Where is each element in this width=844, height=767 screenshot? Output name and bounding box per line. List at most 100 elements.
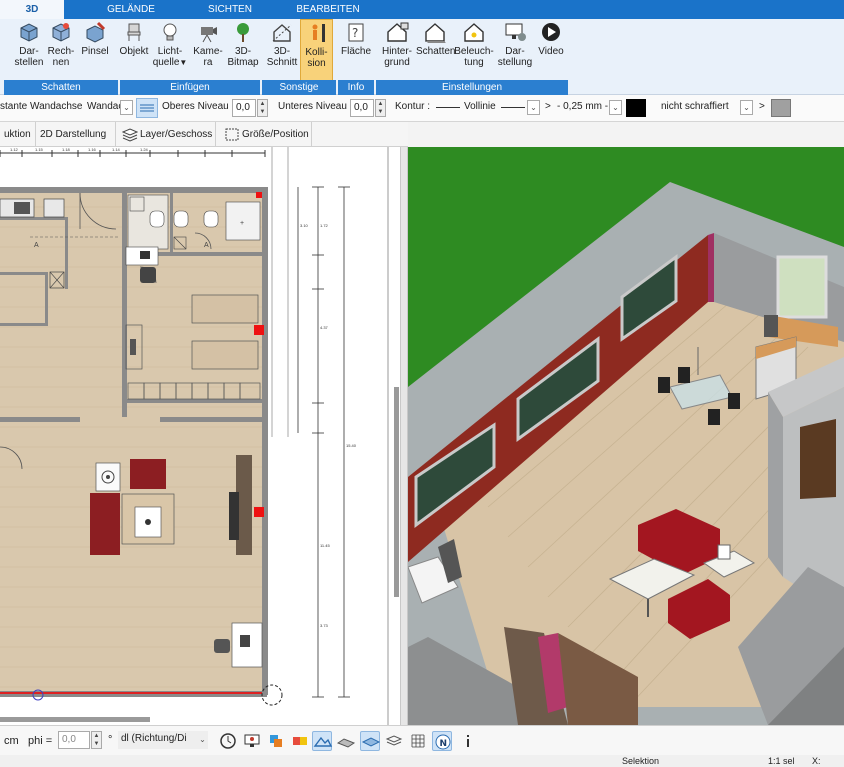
light-source-button[interactable]: Licht- quelle▼ bbox=[152, 19, 188, 81]
video-play-icon bbox=[542, 23, 560, 41]
object-button[interactable]: Objekt bbox=[118, 19, 150, 81]
arrow-separator-1: > bbox=[545, 101, 551, 112]
3d-view[interactable] bbox=[408, 147, 844, 725]
status-bar: Selektion 1:1 sel X: bbox=[0, 755, 844, 767]
dim-label: 1.24 bbox=[140, 147, 149, 152]
calculate-label-2: nen bbox=[52, 57, 70, 68]
shadow-button[interactable]: Schatten bbox=[416, 19, 456, 81]
camera-label-1: Kame- bbox=[193, 46, 223, 57]
hatch-color-swatch[interactable] bbox=[771, 99, 791, 117]
line-style-value[interactable]: Vollinie bbox=[464, 101, 496, 112]
construction-button[interactable]: uktion bbox=[0, 122, 36, 147]
x-coordinate-label: X: bbox=[812, 756, 821, 766]
view-toolbar: uktion 2D Darstellung Layer/Geschoss Grö… bbox=[0, 122, 408, 147]
tab-3d[interactable]: 3D bbox=[0, 0, 64, 19]
svg-text:A: A bbox=[34, 242, 39, 249]
video-button[interactable]: Video bbox=[534, 19, 568, 81]
line-width-value[interactable]: - 0,25 mm - bbox=[557, 101, 608, 112]
floor-plan-view[interactable]: 1.12 1.15 1.18 1.16 1.14 1.24 A + A 3.10… bbox=[0, 147, 400, 725]
floor-plan-drawing: 1.12 1.15 1.18 1.16 1.14 1.24 A + A 3.10… bbox=[0, 147, 400, 725]
align-icon[interactable] bbox=[136, 98, 158, 118]
line-preview-left bbox=[436, 107, 460, 108]
svg-text:N: N bbox=[440, 739, 448, 749]
line-width-dropdown[interactable]: ⌄ bbox=[609, 100, 622, 115]
section-label-1: 3D- bbox=[273, 46, 291, 57]
collision-button[interactable]: Kolli- sion bbox=[300, 19, 333, 81]
brush-button[interactable]: Pinsel bbox=[78, 19, 112, 81]
layer-stack-icon bbox=[122, 128, 138, 142]
chevron-down-icon[interactable]: ▼ bbox=[179, 58, 187, 67]
fill-color-swatch[interactable] bbox=[626, 99, 646, 117]
phi-stepper[interactable]: ▲ ▼ bbox=[91, 731, 102, 749]
camera-button[interactable]: Kame- ra bbox=[190, 19, 226, 81]
background-button[interactable]: Hinter- grund bbox=[378, 19, 416, 81]
horizontal-scrollbar bbox=[0, 717, 150, 722]
line-style-dropdown[interactable]: ⌄ bbox=[527, 100, 540, 115]
lower-level-label: Unteres Niveau bbox=[278, 101, 347, 112]
dim-label: 3.10 bbox=[300, 223, 309, 228]
shadow-label: Schatten bbox=[416, 46, 456, 57]
area-info-button[interactable]: ? Fläche bbox=[338, 19, 374, 81]
terrain-alt-icon[interactable] bbox=[336, 731, 356, 751]
size-position-label: Größe/Position bbox=[242, 129, 309, 140]
group-sonstige: Sonstige bbox=[262, 80, 336, 95]
north-icon[interactable]: N bbox=[432, 731, 452, 751]
bitmap-label-2: Bitmap bbox=[227, 57, 259, 68]
upper-level-input[interactable]: 0,0 bbox=[232, 99, 256, 117]
lower-level-stepper[interactable]: ▲ ▼ bbox=[375, 99, 386, 117]
render-button[interactable]: Dar- stellen bbox=[12, 19, 46, 81]
resize-icon bbox=[225, 128, 239, 141]
dim-label: 1.15 bbox=[35, 147, 44, 152]
video-label: Video bbox=[538, 46, 564, 57]
collision-label-2: sion bbox=[307, 58, 326, 69]
lighting-button[interactable]: Beleuch- tung bbox=[454, 19, 494, 81]
bottom-toolbar: cm phi = 0,0 ▲ ▼ ° dl (Richtung/Di ⌄ N bbox=[0, 725, 844, 755]
dim-label: 1.14 bbox=[112, 147, 121, 152]
info-vertical-icon[interactable] bbox=[458, 731, 478, 751]
hatch-value[interactable]: nicht schraffiert bbox=[661, 101, 729, 112]
lighting-label-2: tung bbox=[464, 57, 484, 68]
bitmap-3d-button[interactable]: 3D- Bitmap bbox=[226, 19, 260, 81]
calculate-label-1: Rech- bbox=[47, 46, 75, 57]
lighting-label-1: Beleuch- bbox=[454, 46, 494, 57]
display-button[interactable]: Dar- stellung bbox=[496, 19, 534, 81]
dim-label: 1.12 bbox=[10, 147, 19, 152]
hatch-dropdown[interactable]: ⌄ bbox=[740, 100, 753, 115]
clock-icon[interactable] bbox=[218, 731, 238, 751]
direction-select[interactable]: dl (Richtung/Di bbox=[118, 731, 208, 749]
view-2d-button[interactable]: 2D Darstellung bbox=[36, 122, 116, 147]
contour-label: Kontur : bbox=[395, 101, 431, 112]
tab-bearbeiten[interactable]: BEARBEITEN bbox=[292, 0, 364, 19]
tab-sichten[interactable]: SICHTEN bbox=[200, 0, 260, 19]
lower-level-input[interactable]: 0,0 bbox=[350, 99, 374, 117]
grid-icon[interactable] bbox=[408, 731, 428, 751]
tree-icon bbox=[237, 23, 249, 42]
layers-color-icon[interactable] bbox=[266, 731, 286, 751]
plane-icon[interactable] bbox=[360, 731, 381, 751]
size-position-button[interactable]: Größe/Position bbox=[216, 122, 312, 147]
wall-axis-select[interactable]: Wandac bbox=[84, 99, 123, 117]
arrow-separator-2: > bbox=[759, 101, 765, 112]
terrain-icon[interactable] bbox=[312, 731, 333, 751]
layer-button[interactable]: Layer/Geschoss bbox=[116, 122, 216, 147]
section-3d-button[interactable]: 3D- Schnitt bbox=[264, 19, 300, 81]
stack-icon[interactable] bbox=[384, 731, 404, 751]
calculate-button[interactable]: Rech- nen bbox=[46, 19, 76, 81]
monitor-person-icon[interactable] bbox=[242, 731, 262, 751]
camera-icon bbox=[201, 27, 217, 43]
light-label-1: Licht- bbox=[157, 46, 183, 57]
lightbulb-icon bbox=[163, 23, 177, 41]
phi-input[interactable]: 0,0 bbox=[58, 731, 90, 749]
pane-splitter[interactable] bbox=[400, 147, 408, 725]
tab-gelaende[interactable]: GELÄNDE bbox=[96, 0, 166, 19]
direction-dropdown[interactable]: ⌄ bbox=[196, 733, 209, 748]
color-stack-icon[interactable] bbox=[290, 731, 310, 751]
area-question-icon: ? bbox=[348, 23, 364, 42]
property-bar: stante Wandachse Wandac ⌄ Oberes Niveau … bbox=[0, 95, 844, 122]
degree-label: ° bbox=[108, 734, 113, 746]
vertical-scrollbar bbox=[394, 387, 399, 597]
svg-text:+: + bbox=[240, 220, 244, 227]
upper-level-stepper[interactable]: ▲ ▼ bbox=[257, 99, 268, 117]
wall-axis-dropdown[interactable]: ⌄ bbox=[120, 100, 133, 115]
collision-person-icon bbox=[312, 24, 325, 42]
